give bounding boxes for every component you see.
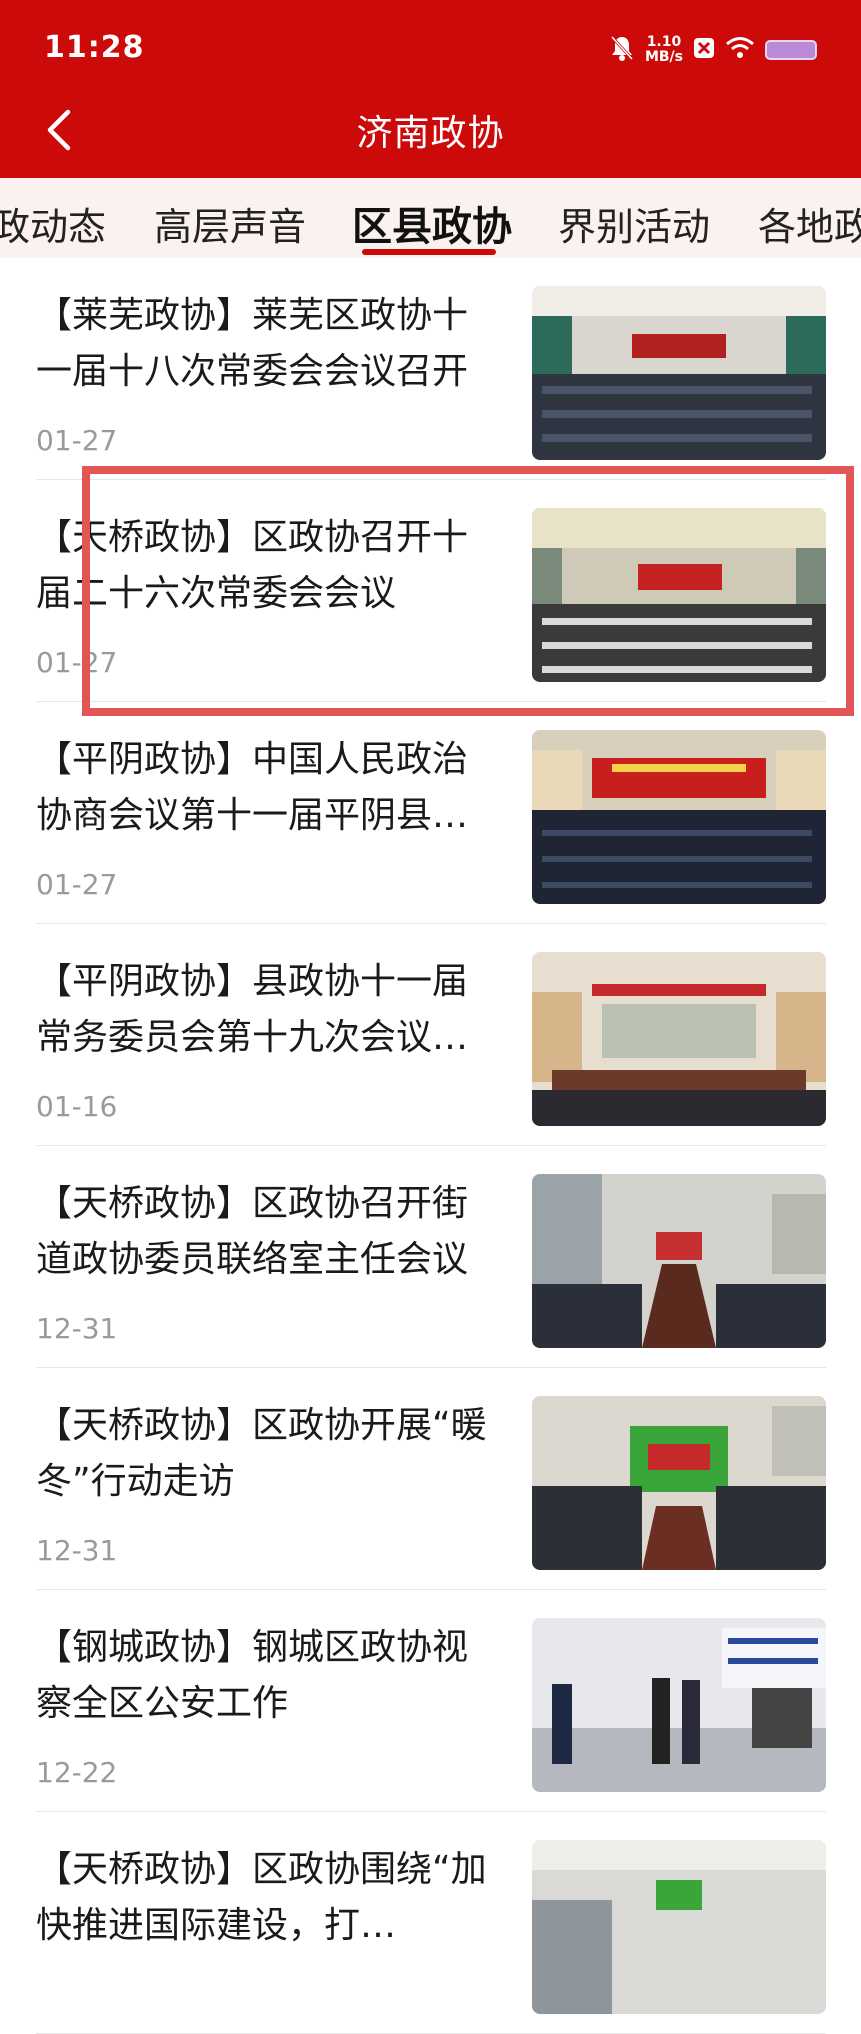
battery-icon bbox=[765, 40, 817, 60]
tab-sector-activities[interactable]: 界别活动 bbox=[558, 196, 710, 251]
news-date: 12-31 bbox=[36, 1534, 118, 1567]
news-date: 12-31 bbox=[36, 1312, 118, 1345]
news-item[interactable]: 【莱芜政协】莱芜区政协十一届十八次常委会会议召开 01-27 bbox=[36, 258, 826, 480]
mute-bell-icon bbox=[609, 34, 635, 66]
news-date: 12-22 bbox=[36, 1756, 118, 1789]
active-tab-indicator bbox=[362, 249, 496, 255]
news-item[interactable]: 【钢城政协】钢城区政协视察全区公安工作 12-22 bbox=[36, 1590, 826, 1812]
news-title: 【天桥政协】区政协召开十届二十六次常委会会议 bbox=[36, 517, 469, 614]
news-thumbnail bbox=[532, 286, 826, 460]
tab-cppcc-news[interactable]: 政动态 bbox=[0, 196, 106, 251]
news-title: 【天桥政协】区政协开展“暖冬”行动走访 bbox=[36, 1405, 487, 1502]
news-item[interactable]: 【平阴政协】中国人民政治协商会议第十一届平阴县… 01-27 bbox=[36, 702, 826, 924]
news-item[interactable]: 【平阴政协】县政协十一届常务委员会第十九次会议… 01-16 bbox=[36, 924, 826, 1146]
category-tabs: 政动态 高层声音 区县政协 界别活动 各地政 bbox=[0, 178, 861, 258]
news-date: 01-27 bbox=[36, 646, 118, 679]
tab-leadership-voice[interactable]: 高层声音 bbox=[154, 196, 306, 251]
app-notification-icon bbox=[693, 37, 715, 63]
news-item[interactable]: 【天桥政协】区政协围绕“加快推进国际建设，打… bbox=[36, 1812, 826, 2034]
news-title: 【平阴政协】县政协十一届常务委员会第十九次会议… bbox=[36, 961, 469, 1058]
news-date: 01-16 bbox=[36, 1090, 118, 1123]
news-thumbnail bbox=[532, 730, 826, 904]
network-speed: 1.10 MB/s bbox=[644, 34, 683, 65]
news-title: 【钢城政协】钢城区政协视察全区公安工作 bbox=[36, 1627, 469, 1724]
news-thumbnail bbox=[532, 952, 826, 1126]
app-header: 11:28 1.10 MB/s 济南政协 bbox=[0, 0, 861, 178]
news-thumbnail bbox=[532, 1840, 826, 2014]
news-item[interactable]: 【天桥政协】区政协召开十届二十六次常委会会议 01-27 bbox=[36, 480, 826, 702]
tab-local-cppcc[interactable]: 各地政 bbox=[758, 196, 861, 251]
news-date: 01-27 bbox=[36, 424, 118, 457]
news-title: 【莱芜政协】莱芜区政协十一届十八次常委会会议召开 bbox=[36, 295, 469, 392]
news-thumbnail bbox=[532, 1174, 826, 1348]
news-date: 01-27 bbox=[36, 868, 118, 901]
news-thumbnail bbox=[532, 1618, 826, 1792]
news-thumbnail bbox=[532, 508, 826, 682]
tab-district-cppcc[interactable]: 区县政协 bbox=[352, 194, 512, 252]
wifi-icon bbox=[725, 36, 755, 64]
news-title: 【天桥政协】区政协围绕“加快推进国际建设，打… bbox=[36, 1849, 487, 1946]
news-item[interactable]: 【天桥政协】区政协开展“暖冬”行动走访 12-31 bbox=[36, 1368, 826, 1590]
news-item[interactable]: 【天桥政协】区政协召开街道政协委员联络室主任会议 12-31 bbox=[36, 1146, 826, 1368]
page-title: 济南政协 bbox=[356, 113, 505, 154]
status-time: 11:28 bbox=[44, 30, 145, 65]
status-icons: 1.10 MB/s bbox=[609, 30, 817, 70]
news-title: 【天桥政协】区政协召开街道政协委员联络室主任会议 bbox=[36, 1183, 469, 1280]
news-thumbnail bbox=[532, 1396, 826, 1570]
news-title: 【平阴政协】中国人民政治协商会议第十一届平阴县… bbox=[36, 739, 469, 836]
